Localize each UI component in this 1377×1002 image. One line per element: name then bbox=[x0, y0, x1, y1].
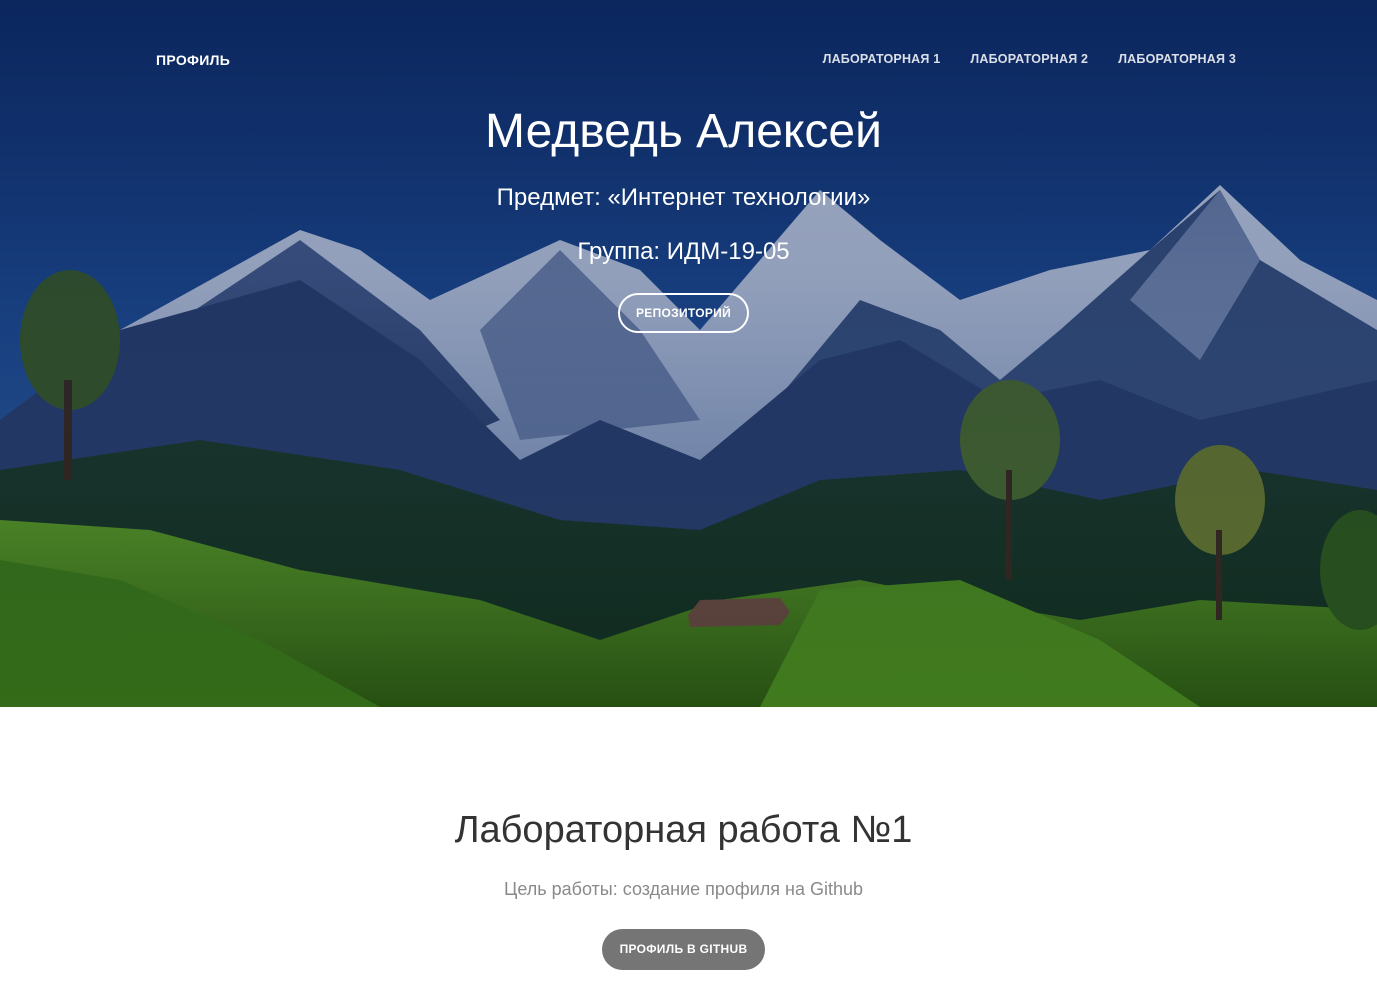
hero-group: Группа: ИДМ-19-05 bbox=[577, 238, 790, 265]
hero-subject: Предмет: «Интернет технологии» bbox=[496, 184, 871, 211]
nav-link-lab-2[interactable]: ЛАБОРАТОРНАЯ 2 bbox=[970, 52, 1088, 66]
hero-name: Медведь Алексей bbox=[485, 105, 882, 158]
section-title: Лабораторная работа №1 bbox=[454, 809, 913, 851]
nav-link-lab-3[interactable]: ЛАБОРАТОРНАЯ 3 bbox=[1118, 52, 1236, 66]
lab-1-section: Лабораторная работа №1 Цель работы: созд… bbox=[0, 707, 1377, 1002]
repository-button[interactable]: РЕПОЗИТОРИЙ bbox=[618, 293, 749, 333]
github-profile-button[interactable]: ПРОФИЛЬ В GITHUB bbox=[602, 929, 765, 970]
brand-link[interactable]: ПРОФИЛЬ bbox=[156, 52, 230, 68]
hero-content: Медведь Алексей Предмет: «Интернет техно… bbox=[0, 102, 1377, 333]
nav-link-lab-1[interactable]: ЛАБОРАТОРНАЯ 1 bbox=[823, 52, 941, 66]
section-description: Цель работы: создание профиля на Github bbox=[504, 879, 863, 899]
hero-banner: ПРОФИЛЬ ЛАБОРАТОРНАЯ 1 ЛАБОРАТОРНАЯ 2 ЛА… bbox=[0, 0, 1377, 707]
nav-links: ЛАБОРАТОРНАЯ 1 ЛАБОРАТОРНАЯ 2 ЛАБОРАТОРН… bbox=[823, 52, 1236, 66]
